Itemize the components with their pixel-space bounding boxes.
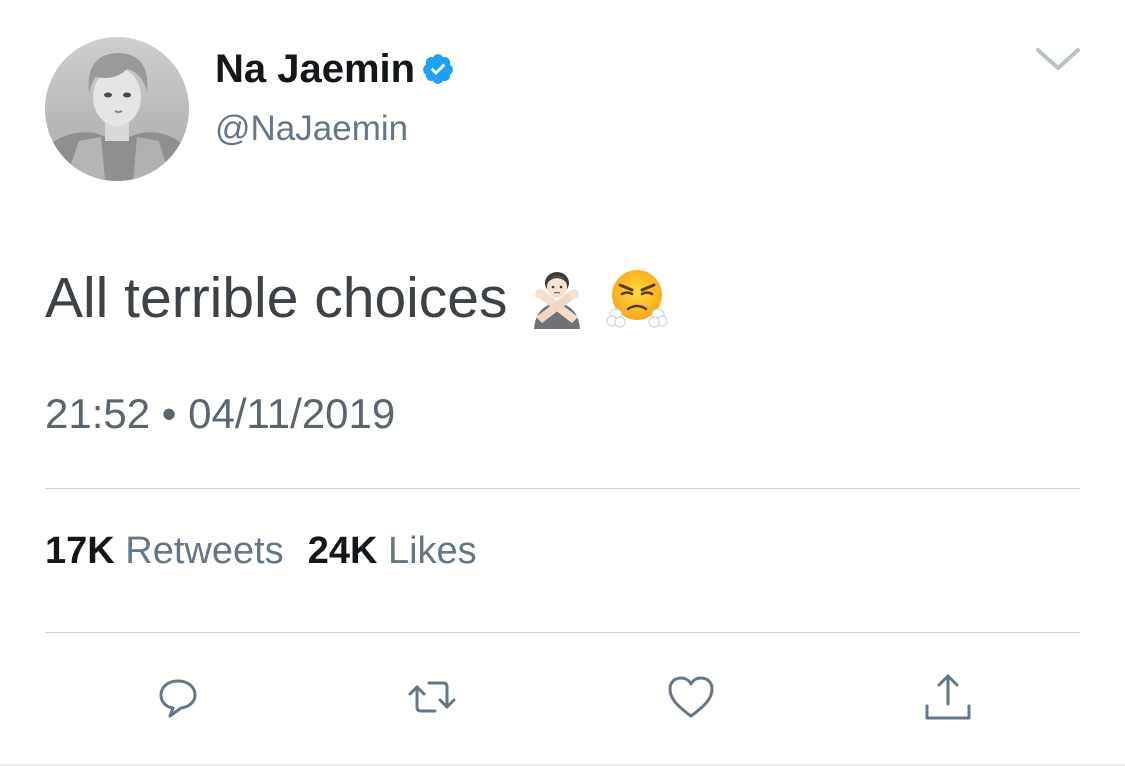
person-gesturing-no-emoji [526,267,588,329]
divider [45,488,1080,489]
retweet-icon[interactable] [405,670,459,724]
divider [45,632,1080,633]
likes-stat[interactable]: 24K Likes [308,527,477,575]
verified-badge-icon [421,52,455,86]
share-icon[interactable] [921,670,975,724]
tweet-text-row: All terrible choices [45,262,668,334]
retweets-stat[interactable]: 17K Retweets [45,527,284,575]
tweet-card: Na Jaemin @NaJaemin All terrible choices [0,0,1125,766]
reply-icon[interactable] [151,670,205,724]
avatar[interactable] [45,37,189,181]
display-name[interactable]: Na Jaemin [215,44,415,94]
chevron-down-icon[interactable] [1035,44,1081,76]
display-name-row: Na Jaemin [215,44,455,94]
likes-label: Likes [387,530,477,572]
face-with-steam-from-nose-emoji [605,267,668,329]
tweet-text: All terrible choices [45,266,508,330]
user-handle[interactable]: @NaJaemin [215,107,408,151]
retweets-label: Retweets [125,530,284,572]
likes-count: 24K [307,530,388,572]
action-bar [0,670,1125,724]
avatar-photo [45,37,189,181]
tweet-timestamp[interactable]: 21:52 • 04/11/2019 [45,388,395,440]
retweets-count: 17K [45,530,126,572]
like-icon[interactable] [664,670,718,724]
tweet-stats: 17K Retweets 24K Likes [45,527,501,575]
